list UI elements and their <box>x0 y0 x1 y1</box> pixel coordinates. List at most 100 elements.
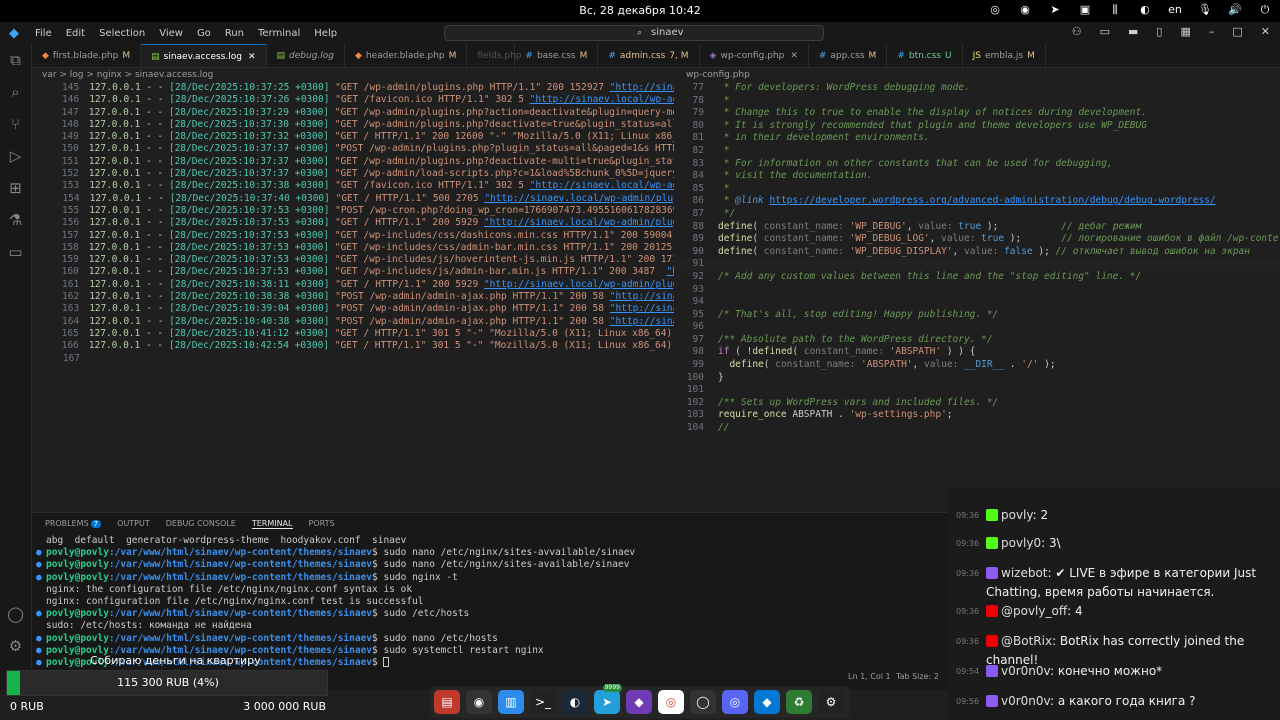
cursor-position[interactable]: Ln 1, Col 1 <box>848 672 891 681</box>
obs-tray-icon[interactable]: ◉ <box>1018 3 1032 17</box>
log-referrer-link[interactable]: "http://sinaev.local/wp-admin/plugi <box>484 279 674 290</box>
panel-tab-debug-console[interactable]: DEBUG CONSOLE <box>166 519 236 529</box>
sidebar-toggle-icon[interactable]: ▯ <box>1156 25 1162 38</box>
layout-icon[interactable]: ▭ <box>1100 25 1110 38</box>
log-referrer-link[interactable]: "http://sinae <box>610 316 674 327</box>
chat-username: v0r0n0v <box>1001 664 1050 678</box>
tab-wp-config[interactable]: ◈ wp-config.php ✕ <box>700 44 809 67</box>
language-indicator[interactable]: en <box>1168 3 1182 17</box>
log-ip: 127.0.0.1 <box>89 315 141 327</box>
tab-first-blade[interactable]: ◆ first.blade.php M <box>32 44 142 67</box>
log-ip: 127.0.0.1 <box>88 229 141 241</box>
log-timestamp: [28/Dec/2025:10:37:53 +0300] <box>168 254 330 266</box>
log-referrer-link[interactable]: "http://sinae <box>610 303 674 314</box>
tab-btn-css[interactable]: # btn.css U <box>887 44 963 67</box>
mixer-tray-icon[interactable]: ⫼ <box>1108 3 1122 17</box>
recycle-app-icon[interactable]: ♻ <box>786 690 812 714</box>
log-referrer-link[interactable]: "http://sinae <box>610 291 674 302</box>
prompt-path: :/var/www/html/sinaev/wp-content/themes/… <box>108 632 373 644</box>
tab-debug-log[interactable]: ▤ debug.log <box>267 44 345 67</box>
log-referrer-link[interactable]: "http://sinaev.local/wp-admin/plug <box>484 193 674 204</box>
command-center-search[interactable]: ⌕ sinaev <box>444 25 824 41</box>
source-control-icon[interactable]: ⑂ <box>0 108 31 140</box>
vscode-app-icon[interactable]: ◆ <box>754 690 780 714</box>
line-number: 165 <box>61 327 79 339</box>
breadcrumb-left[interactable]: var > log > nginx > sinaev.access.log <box>42 68 213 82</box>
css-file-icon: # <box>608 51 616 61</box>
telegram-tray-icon[interactable]: ➤ <box>1048 3 1062 17</box>
settings-app-icon[interactable]: ⚙ <box>818 690 844 714</box>
line-number: 148 <box>61 118 79 130</box>
steam-tray-icon[interactable]: ◐ <box>1138 3 1152 17</box>
menu-help[interactable]: Help <box>307 28 344 39</box>
panel-toggle-icon[interactable]: ▬ <box>1128 25 1138 38</box>
close-icon[interactable]: ✕ <box>1261 25 1270 38</box>
account-icon[interactable]: ◯ <box>0 598 31 630</box>
tab-size[interactable]: Tab Size: 2 <box>896 672 939 681</box>
tor-app-icon[interactable]: ◆ <box>626 690 652 714</box>
code-token: */ <box>718 207 736 219</box>
maximize-icon[interactable]: □ <box>1232 25 1242 38</box>
code-token: // логирование ошибок в файл /wp-conte <box>1061 233 1279 245</box>
run-debug-icon[interactable]: ▷ <box>0 140 31 172</box>
menu-terminal[interactable]: Terminal <box>251 28 307 39</box>
twitch-tray-icon[interactable]: ▣ <box>1078 3 1092 17</box>
close-tab-icon[interactable]: ✕ <box>790 51 798 61</box>
files-app-icon[interactable]: ▤ <box>434 690 460 714</box>
panel-tab-terminal[interactable]: TERMINAL <box>251 519 293 529</box>
log-referrer-link[interactable]: "htt <box>667 266 675 277</box>
tab-app-css[interactable]: # app.css M <box>809 44 888 67</box>
access-log-editor[interactable]: 145 127.0.0.1 - - [28/Dec/2025:10:37:25 +… <box>32 82 674 512</box>
log-timestamp: [28/Dec/2025:10:37:40 +0300] <box>169 192 330 204</box>
document-app-icon[interactable]: ▥ <box>498 690 524 714</box>
menu-view[interactable]: View <box>152 28 190 39</box>
prompt-user: povly@povly <box>46 559 109 571</box>
power-icon[interactable]: ⏻ <box>1258 3 1272 17</box>
search-view-icon[interactable]: ⌕ <box>0 76 31 108</box>
menu-run[interactable]: Run <box>218 28 251 39</box>
chrome-app-icon[interactable]: ◎ <box>658 690 684 714</box>
code-token: https://developer.wordpress.org/advanced… <box>769 195 1216 207</box>
explorer-icon[interactable]: ⧉ <box>0 44 31 76</box>
tab-base-css[interactable]: # base.css M <box>515 44 599 67</box>
menu-edit[interactable]: Edit <box>59 28 92 39</box>
breadcrumb-right[interactable]: wp-config.php <box>686 68 750 82</box>
panel-tab-problems[interactable]: PROBLEMS 7 <box>45 519 102 529</box>
log-referrer-link[interactable]: "http://sinae <box>610 82 674 93</box>
log-referrer-link[interactable]: "http://sinaev.local/wp-adm <box>530 94 674 105</box>
minimize-icon[interactable]: – <box>1209 25 1215 38</box>
log-referrer-link[interactable]: "http://sinaev.local/wp-admin/plugi <box>484 217 674 228</box>
panel-tab-ports[interactable]: PORTS <box>309 519 335 529</box>
microphone-icon[interactable]: 🎙 <box>1198 3 1212 17</box>
menu-selection[interactable]: Selection <box>92 28 152 39</box>
close-tab-icon[interactable]: ✕ <box>248 52 256 62</box>
terminal-app-icon[interactable]: >_ <box>530 690 556 714</box>
extensions-icon[interactable]: ⊞ <box>0 172 31 204</box>
tab-embla-js[interactable]: JS embla.js M <box>963 44 1046 67</box>
tab-fields-php[interactable]: fields.php <box>467 44 522 67</box>
log-ip: 127.0.0.1 <box>89 204 141 216</box>
tab-admin-css[interactable]: # admin.css 7, M <box>598 44 700 67</box>
volume-icon[interactable]: 🔊 <box>1228 3 1242 17</box>
obs-app-icon[interactable]: ◉ <box>466 690 492 714</box>
menu-go[interactable]: Go <box>190 28 218 39</box>
panel-tab-output[interactable]: OUTPUT <box>117 519 150 529</box>
copilot-icon[interactable]: ⚇ <box>1072 25 1082 38</box>
telegram-app-icon[interactable]: ➤ 9999 <box>594 684 622 714</box>
discord-app-icon[interactable]: ◎ <box>722 690 748 714</box>
log-ip: 127.0.0.1 <box>89 291 141 303</box>
log-referrer-link[interactable]: "http://sinaev.local/wp-adm <box>530 180 674 191</box>
steam-app-icon[interactable]: ◐ <box>562 690 588 714</box>
tab-sinaev-access-log[interactable]: ▤ sinaev.access.log ✕ <box>141 44 267 67</box>
layout-grid-icon[interactable]: ▦ <box>1180 25 1190 38</box>
code-token: , <box>912 359 924 371</box>
tab-header-blade[interactable]: ◆ header.blade.php M <box>345 44 468 67</box>
log-request: "GET /wp-admin/plugins.php HTTP/1.1" 200… <box>335 82 604 93</box>
wp-config-editor[interactable]: 77 * For developers: WordPress debugging… <box>676 82 1280 512</box>
github-app-icon[interactable]: ◯ <box>690 690 716 714</box>
discord-tray-icon[interactable]: ◎ <box>988 3 1002 17</box>
remote-explorer-icon[interactable]: ▭ <box>0 236 31 268</box>
testing-icon[interactable]: ⚗ <box>0 204 31 236</box>
menu-file[interactable]: File <box>28 28 59 39</box>
